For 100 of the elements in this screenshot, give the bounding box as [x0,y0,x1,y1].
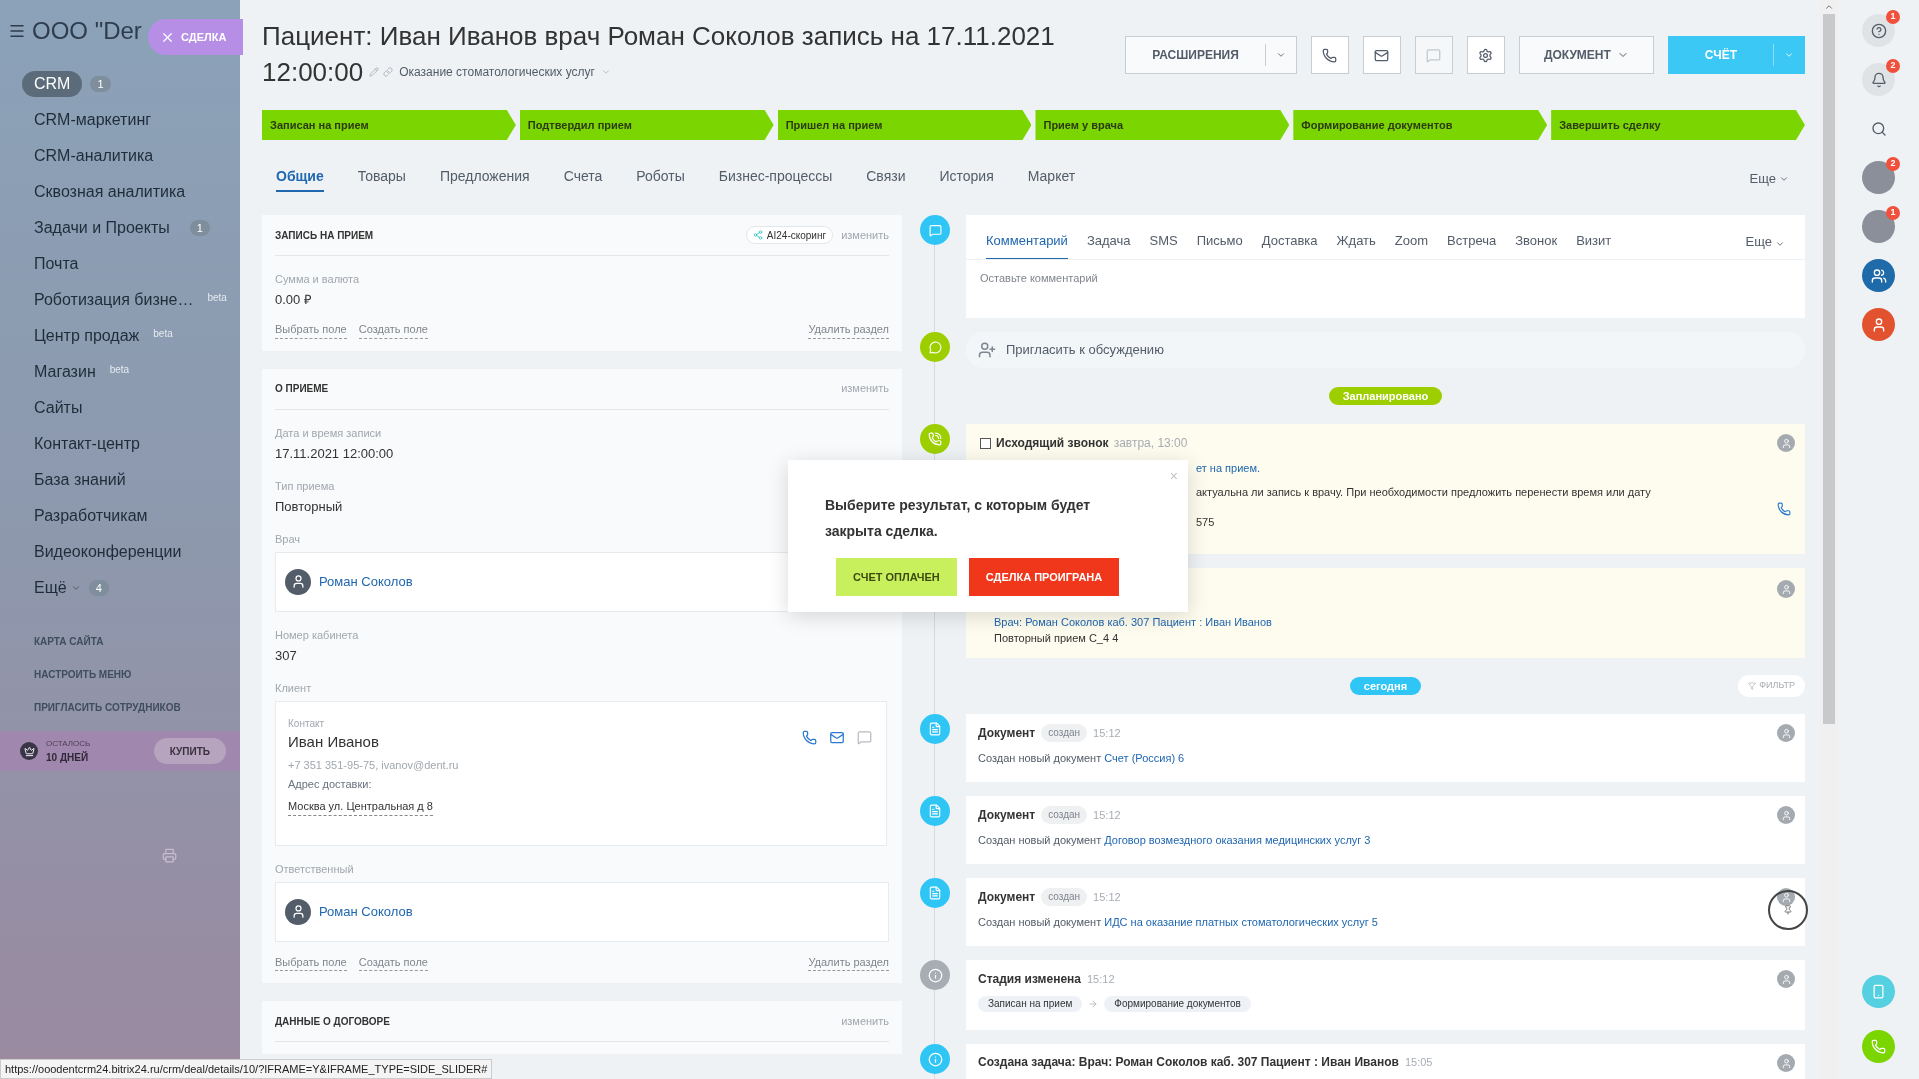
split-button[interactable]: РАСШИРЕНИЯ [1125,36,1297,74]
nav-item[interactable]: Центр продаж [22,323,152,349]
contact-caption: Контакт [288,716,325,731]
call-icon[interactable] [1862,1030,1895,1063]
scrollbar[interactable] [1820,0,1838,1079]
nav-item[interactable]: CRM [22,71,83,97]
category-selector[interactable]: Оказание стоматологических услуг [399,64,595,80]
tab[interactable]: История [939,166,994,192]
stage-step[interactable]: Прием у врача [1035,110,1290,140]
user-avatar-icon[interactable] [1777,888,1795,906]
caret-icon [1775,239,1785,249]
user-avatar[interactable] [1862,161,1895,194]
composer-tab[interactable]: Звонок [1515,230,1558,259]
field-value: 17.11.2021 12:00:00 [275,444,394,463]
stage-step[interactable]: Записан на прием [262,110,516,140]
phone-icon[interactable] [1777,502,1791,516]
nav-item[interactable]: База знаний [22,467,138,493]
stage-step[interactable]: Формирование документов [1293,110,1548,140]
menu-icon[interactable] [8,22,26,40]
scoring-badge[interactable]: AI24-скоринг [745,226,834,244]
result-button[interactable]: СЧЕТ ОПЛАЧЕН [836,558,957,596]
delete-section-link[interactable]: Удалить раздел [808,321,889,339]
composer-more[interactable]: Еще [1745,231,1772,259]
tab[interactable]: Маркет [1027,166,1076,192]
nav-item[interactable]: Задачи и Проекты [22,215,182,241]
rail-icon[interactable] [1862,259,1895,292]
icon-button[interactable] [1310,36,1349,74]
nav-item[interactable]: Почта [22,251,91,277]
icon-button[interactable] [1466,36,1505,74]
tab[interactable]: Счета [563,166,603,192]
address-link[interactable]: Москва ул. Центральная д 8 [288,798,433,816]
task-checkbox[interactable] [980,437,991,449]
tab[interactable]: Связи [866,166,906,192]
more-tabs[interactable]: Еще [1749,169,1776,189]
create-field-link[interactable]: Создать поле [358,953,428,971]
field-label: Клиент [275,680,312,695]
stage-chip: Формирование документов [1104,996,1251,1012]
stage-step[interactable]: Пришел на прием [777,110,1032,140]
tab[interactable]: Бизнес-процессы [718,166,833,192]
phone-sync-icon[interactable] [1862,975,1895,1008]
buy-button[interactable]: КУПИТЬ [153,738,226,764]
rail-icon[interactable] [1862,308,1895,341]
tab[interactable]: Роботы [636,166,685,192]
nav-item[interactable]: Видеоконференции [22,539,194,565]
delete-section-link[interactable]: Удалить раздел [808,953,889,971]
nav-item[interactable]: Сайты [22,395,95,421]
caret-icon [600,67,611,77]
mail-icon[interactable] [829,729,845,745]
activity-text: актуальна ли запись к врачу. При необходимости предложить перенести время или дату [1196,484,1651,500]
user-avatar[interactable] [1862,210,1895,243]
composer-tab[interactable]: Ждать [1336,230,1376,259]
composer-tab[interactable]: Письмо [1196,230,1243,259]
tab[interactable]: Предложения [439,166,530,192]
field-label: Тип приема [275,478,335,493]
composer-tab[interactable]: Zoom [1394,230,1429,259]
composer-tab[interactable]: SMS [1149,230,1178,259]
printer-icon[interactable] [162,848,177,863]
phone-icon[interactable] [802,729,817,745]
menu-button[interactable]: ДОКУМЕНТ [1518,36,1654,74]
arrow-icon [1088,999,1099,1009]
nav-item[interactable]: CRM-аналитика [22,143,166,169]
pin-icon[interactable] [1768,890,1808,930]
chat-icon[interactable] [857,729,872,745]
rail-icon[interactable] [1862,63,1895,96]
history-title: Документ [978,807,1036,824]
nav-item[interactable]: CRM-маркетинг [22,107,164,133]
tab[interactable]: Общие [276,166,324,192]
select-field-link[interactable]: Выбрать поле [275,953,347,971]
rail-icon[interactable] [1862,14,1895,47]
nav-item[interactable]: Сквозная аналитика [22,179,198,205]
section-title: ЗАПИСЬ НА ПРИЕМ [275,228,374,243]
composer-tab[interactable]: Встреча [1447,230,1497,259]
notification-badge: 2 [1886,157,1900,171]
stage-step[interactable]: Подтвердил прием [519,110,774,140]
history-time: 15:12 [1093,807,1121,823]
contact-name[interactable]: Иван Иванов [288,730,874,753]
icon-button[interactable] [1362,36,1401,74]
select-field-link[interactable]: Выбрать поле [275,321,347,339]
nav-item[interactable]: Ещё [22,575,79,601]
scroll-up-icon[interactable] [1824,2,1834,12]
activity-link[interactable]: ет на прием. [1196,460,1261,477]
activity-link[interactable]: Врач: Роман Соколов каб. 307 Пациент : Иван Иванов [994,614,1272,630]
timeline-icon [920,215,950,245]
invite-button[interactable]: Пригласить к обсуждению [966,332,1805,368]
composer-tab[interactable]: Визит [1576,230,1612,259]
nav-item[interactable]: Контакт-центр [22,431,152,457]
nav-item[interactable]: Магазин [22,359,108,385]
crown-icon [20,742,38,760]
comment-field[interactable]: Оставьте комментарий [980,270,1791,287]
composer-tab[interactable]: Задача [1086,230,1131,259]
result-button[interactable]: СДЕЛКА ПРОИГРАНА [968,558,1120,596]
person-link[interactable]: Роман Соколов [319,901,413,922]
create-field-link[interactable]: Создать поле [358,321,428,339]
stage-step[interactable]: Завершить сделку [1551,110,1805,140]
nav-item[interactable]: Роботизация бизне… [22,287,206,313]
composer-tab[interactable]: Комментарий [986,230,1068,259]
composer-tab[interactable]: Доставка [1261,230,1318,259]
nav-item[interactable]: Разработчикам [22,503,160,529]
person-link[interactable]: Роман Соколов [319,571,413,592]
tab[interactable]: Товары [357,166,406,192]
